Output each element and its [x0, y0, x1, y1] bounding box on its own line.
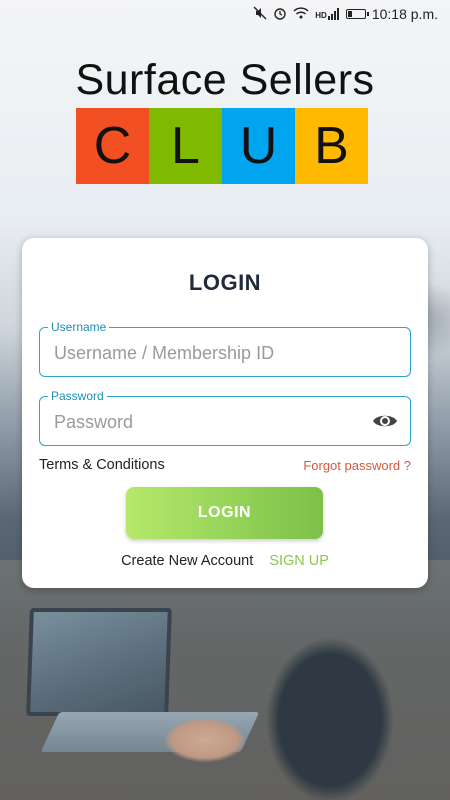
- terms-conditions-link[interactable]: Terms & Conditions: [39, 457, 165, 473]
- alarm-icon: [273, 6, 287, 22]
- create-account-row: Create New Account SIGN UP: [22, 553, 428, 569]
- hd-signal-icon: HD: [315, 8, 340, 20]
- create-account-text: Create New Account: [121, 553, 254, 569]
- battery-icon: [345, 9, 369, 19]
- club-logo: Surface Sellers C L U B: [72, 56, 378, 184]
- status-bar: HD 10:18 p.m.: [0, 0, 450, 28]
- sign-up-link[interactable]: SIGN UP: [269, 553, 329, 569]
- wifi-icon: [293, 6, 309, 22]
- username-field: Username: [39, 319, 411, 378]
- mute-icon: [253, 6, 267, 22]
- hd-label: HD: [315, 11, 327, 20]
- forgot-password-link[interactable]: Forgot password ?: [303, 458, 411, 473]
- logo-title: Surface Sellers: [75, 56, 375, 104]
- eye-icon[interactable]: [372, 410, 398, 432]
- login-card: LOGIN Username Password Terms & Conditio…: [22, 238, 428, 588]
- password-input[interactable]: [52, 397, 356, 447]
- logo-block-u: U: [222, 108, 295, 184]
- logo-block-b: B: [295, 108, 368, 184]
- login-button[interactable]: LOGIN: [126, 487, 323, 539]
- logo-block-c: C: [76, 108, 149, 184]
- username-input[interactable]: [52, 328, 356, 378]
- logo-block-l: L: [149, 108, 222, 184]
- password-field: Password: [39, 388, 411, 447]
- logo-blocks: C L U B: [76, 108, 378, 184]
- login-title: LOGIN: [188, 270, 262, 295]
- status-time: 10:18 p.m.: [371, 6, 438, 22]
